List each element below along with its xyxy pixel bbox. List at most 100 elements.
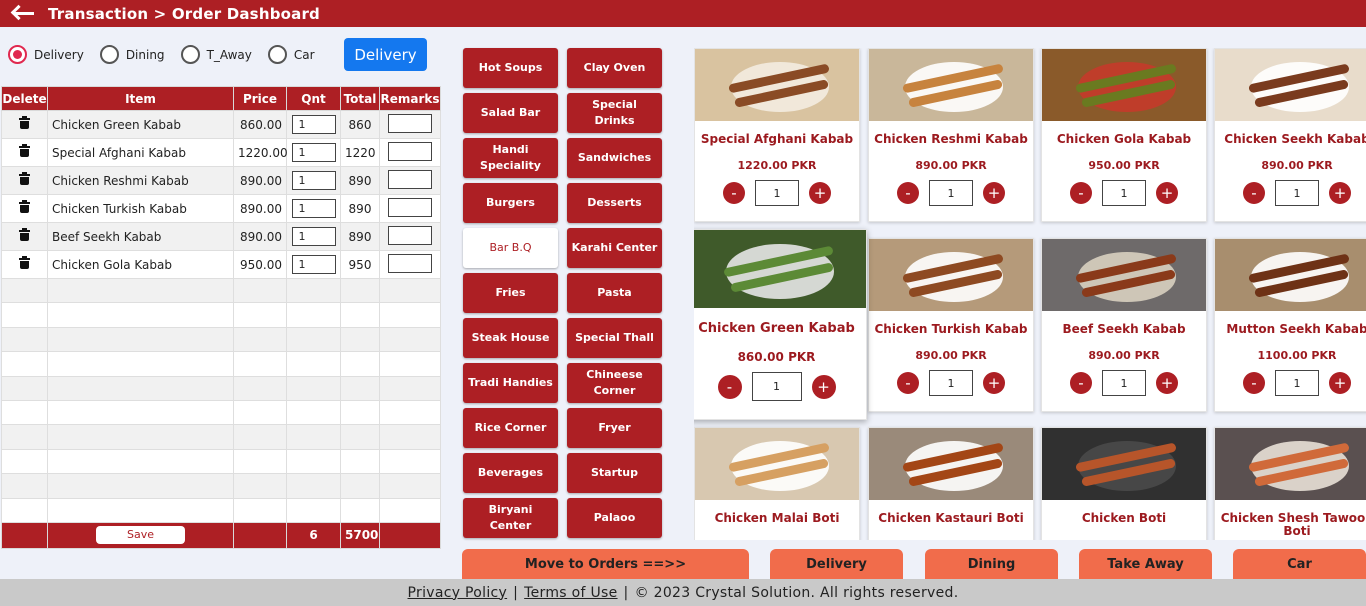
product-price: 860.00 PKR <box>737 350 816 364</box>
category-tradi-handies[interactable]: Tradi Handies <box>463 363 558 403</box>
product-card[interactable]: Chicken Turkish Kabab 890.00 PKR -1 + <box>868 238 1034 412</box>
category-clay-oven[interactable]: Clay Oven <box>567 48 662 88</box>
decrement-button[interactable]: - <box>717 374 742 399</box>
decrement-button[interactable]: - <box>897 182 919 204</box>
increment-button[interactable]: + <box>1156 182 1178 204</box>
category-chineese-corner[interactable]: Chineese Corner <box>567 363 662 403</box>
category-handi-speciality[interactable]: Handi Speciality <box>463 138 558 178</box>
take-away-button[interactable]: Take Away <box>1079 549 1212 580</box>
category-salad-bar[interactable]: Salad Bar <box>463 93 558 133</box>
category-desserts[interactable]: Desserts <box>567 183 662 223</box>
move-to-orders-button[interactable]: Move to Orders ==>> <box>462 549 749 580</box>
decrement-button[interactable]: - <box>1070 182 1092 204</box>
qty-input[interactable]: 1 <box>291 171 336 190</box>
product-card[interactable]: Chicken Shesh Tawook Boti <box>1214 427 1366 540</box>
radio-dining[interactable]: Dining <box>99 45 165 64</box>
terms-of-use-link[interactable]: Terms of Use <box>524 585 617 601</box>
product-card[interactable]: Chicken Gola Kabab 950.00 PKR -1 + <box>1041 48 1207 222</box>
increment-button[interactable]: + <box>1329 372 1351 394</box>
product-card[interactable]: Chicken Green Kabab 860.00 PKR -1 + <box>694 229 867 420</box>
qty-input[interactable]: 1 <box>291 227 336 246</box>
increment-button[interactable]: + <box>1329 182 1351 204</box>
trash-icon[interactable] <box>19 172 30 185</box>
trash-icon[interactable] <box>19 144 30 157</box>
radio-takeaway[interactable]: T_Away <box>180 45 252 64</box>
product-card[interactable]: Mutton Seekh Kabab 1100.00 PKR -1 + <box>1214 238 1366 412</box>
category-biryani-center[interactable]: Biryani Center <box>463 498 558 538</box>
remarks-cell <box>379 194 441 223</box>
category-karahi-center[interactable]: Karahi Center <box>567 228 662 268</box>
category-palaoo[interactable]: Palaoo <box>567 498 662 538</box>
decrement-button[interactable]: - <box>723 182 745 204</box>
increment-button[interactable]: + <box>1156 372 1178 394</box>
remarks-input[interactable] <box>388 169 432 189</box>
radio-delivery[interactable]: Delivery <box>8 45 84 64</box>
product-card[interactable]: Chicken Malai Boti <box>694 427 860 540</box>
remarks-input[interactable] <box>388 225 432 245</box>
remarks-input[interactable] <box>388 113 432 133</box>
quantity-input[interactable]: 1 <box>929 370 973 396</box>
category-pasta[interactable]: Pasta <box>567 273 662 313</box>
qty-input[interactable]: 1 <box>291 255 336 274</box>
category-sandwiches[interactable]: Sandwiches <box>567 138 662 178</box>
category-startup[interactable]: Startup <box>567 453 662 493</box>
quantity-input[interactable]: 1 <box>755 180 799 206</box>
dining-button[interactable]: Dining <box>925 549 1058 580</box>
remarks-input[interactable] <box>388 141 432 161</box>
increment-button[interactable]: + <box>811 374 836 399</box>
increment-button[interactable]: + <box>809 182 831 204</box>
product-card[interactable]: Beef Seekh Kabab 890.00 PKR -1 + <box>1041 238 1207 412</box>
product-card[interactable]: Chicken Kastauri Boti <box>868 427 1034 540</box>
decrement-button[interactable]: - <box>1243 182 1265 204</box>
remarks-input[interactable] <box>388 253 432 273</box>
order-mode-button[interactable]: Delivery <box>344 38 427 71</box>
category-beverages[interactable]: Beverages <box>463 453 558 493</box>
category-fries[interactable]: Fries <box>463 273 558 313</box>
product-price: 950.00 PKR <box>1088 159 1160 172</box>
qty-input[interactable]: 1 <box>291 143 336 162</box>
item-name: Chicken Gola Kabab <box>47 250 234 279</box>
product-card[interactable]: Chicken Reshmi Kabab 890.00 PKR -1 + <box>868 48 1034 222</box>
delivery-button[interactable]: Delivery <box>770 549 903 580</box>
quantity-input[interactable]: 1 <box>1275 180 1319 206</box>
increment-button[interactable]: + <box>983 372 1005 394</box>
category-special-drinks[interactable]: Special Drinks <box>567 93 662 133</box>
quantity-input[interactable]: 1 <box>1102 370 1146 396</box>
trash-icon[interactable] <box>19 116 30 129</box>
back-arrow-icon[interactable] <box>6 0 38 27</box>
category-hot-soups[interactable]: Hot Soups <box>463 48 558 88</box>
empty-cell <box>233 473 287 499</box>
privacy-policy-link[interactable]: Privacy Policy <box>408 585 508 601</box>
decrement-button[interactable]: - <box>897 372 919 394</box>
product-card[interactable]: Chicken Boti <box>1041 427 1207 540</box>
category-fryer[interactable]: Fryer <box>567 408 662 448</box>
decrement-button[interactable]: - <box>1070 372 1092 394</box>
qty-input[interactable]: 1 <box>291 199 336 218</box>
trash-icon[interactable] <box>19 256 30 269</box>
remarks-input[interactable] <box>388 197 432 217</box>
increment-button[interactable]: + <box>983 182 1005 204</box>
product-card[interactable]: Chicken Seekh Kabab 890.00 PKR -1 + <box>1214 48 1366 222</box>
empty-cell <box>47 326 234 353</box>
category-bar-b-q[interactable]: Bar B.Q <box>463 228 558 268</box>
decrement-button[interactable]: - <box>1243 372 1265 394</box>
category-burgers[interactable]: Burgers <box>463 183 558 223</box>
quantity-input[interactable]: 1 <box>1275 370 1319 396</box>
quantity-input[interactable]: 1 <box>929 180 973 206</box>
product-grid: Special Afghani Kabab 1220.00 PKR -1 + Chick… <box>694 48 1366 540</box>
car-button[interactable]: Car <box>1233 549 1366 580</box>
qty-input[interactable]: 1 <box>291 115 336 134</box>
quantity-input[interactable]: 1 <box>751 372 802 401</box>
trash-icon[interactable] <box>19 200 30 213</box>
category-special-thall[interactable]: Special Thall <box>567 318 662 358</box>
product-card[interactable]: Special Afghani Kabab 1220.00 PKR -1 + <box>694 48 860 222</box>
quantity-input[interactable]: 1 <box>1102 180 1146 206</box>
save-button[interactable]: Save <box>96 526 185 545</box>
radio-car[interactable]: Car <box>267 45 315 64</box>
item-name: Special Afghani Kabab <box>47 138 234 167</box>
trash-icon[interactable] <box>19 228 30 241</box>
empty-cell <box>286 302 341 328</box>
delete-cell <box>1 166 48 195</box>
category-rice-corner[interactable]: Rice Corner <box>463 408 558 448</box>
category-steak-house[interactable]: Steak House <box>463 318 558 358</box>
